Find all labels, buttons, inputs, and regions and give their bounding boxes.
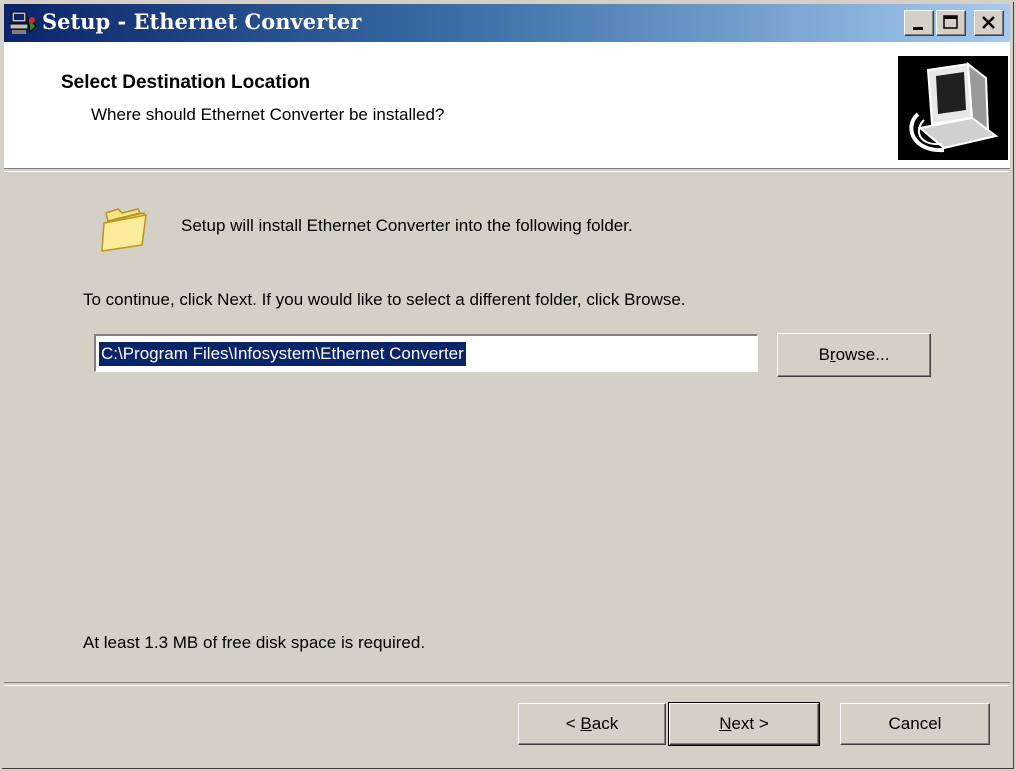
header-image — [898, 56, 1008, 160]
footer-divider — [4, 682, 1010, 686]
maximize-icon — [943, 15, 958, 29]
folder-icon — [100, 203, 150, 253]
next-button[interactable]: Next > — [668, 702, 820, 746]
page-subtitle: Where should Ethernet Converter be insta… — [91, 105, 445, 124]
installer-computer-icon — [898, 56, 1008, 160]
wizard-header: Select Destination Location Where should… — [4, 42, 1010, 168]
setup-window: Setup - Ethernet Converter Select Destin… — [0, 0, 1016, 771]
header-divider — [4, 168, 1010, 172]
back-label-pre: < — [565, 714, 581, 733]
next-accel: N — [719, 714, 732, 733]
back-label-post: ack — [591, 714, 619, 733]
instruction-text: To continue, click Next. If you would li… — [83, 290, 686, 309]
browse-label-pre: B — [818, 345, 830, 364]
page-title: Select Destination Location — [61, 72, 311, 93]
close-icon — [982, 16, 995, 29]
path-value-selected: C:\Program Files\Infosystem\Ethernet Con… — [99, 342, 466, 366]
window-title: Setup - Ethernet Converter — [42, 9, 362, 34]
maximize-button[interactable] — [936, 10, 966, 36]
back-button[interactable]: < Back — [518, 703, 666, 745]
cancel-button[interactable]: Cancel — [840, 703, 990, 745]
disk-space-text: At least 1.3 MB of free disk space is re… — [83, 633, 426, 652]
destination-path-input[interactable]: C:\Program Files\Infosystem\Ethernet Con… — [94, 334, 758, 372]
setup-computer-icon — [10, 11, 37, 34]
back-accel: B — [580, 714, 592, 733]
install-intro-text: Setup will install Ethernet Converter in… — [181, 216, 633, 235]
minimize-icon — [913, 27, 923, 30]
minimize-button[interactable] — [904, 10, 934, 36]
next-label-post: ext > — [731, 714, 769, 733]
browse-button[interactable]: Browse... — [777, 333, 931, 377]
browse-label-post: owse... — [835, 345, 890, 364]
close-button[interactable] — [974, 10, 1004, 36]
title-bar[interactable]: Setup - Ethernet Converter — [4, 4, 1010, 42]
